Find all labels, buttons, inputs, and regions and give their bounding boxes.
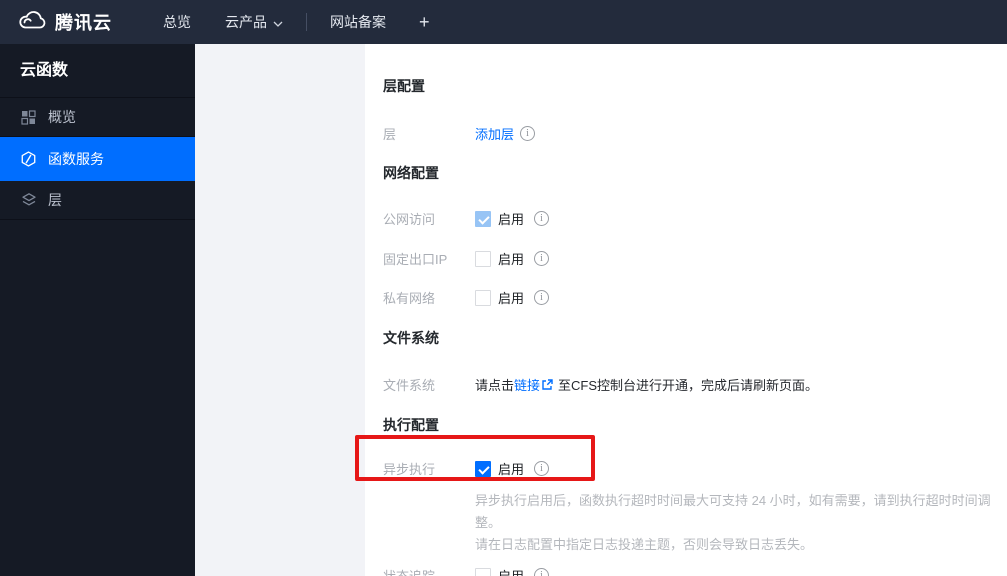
- public-access-checkbox: [475, 210, 491, 227]
- grid-icon: [20, 109, 37, 126]
- info-icon[interactable]: [520, 126, 536, 141]
- navbar-menu: 总览 云产品 网站备案 +: [146, 0, 446, 44]
- filesystem-text-before: 请点击: [475, 378, 515, 393]
- nav-item-overview-label: 总览: [163, 14, 191, 30]
- async-execution-help: 异步执行启用后，函数执行超时时间最大可支持 24 小时，如有需要，请到执行超时时…: [475, 490, 991, 556]
- navbar-divider: [306, 13, 307, 31]
- info-icon[interactable]: [534, 568, 550, 576]
- vpc-checkbox[interactable]: [475, 289, 491, 306]
- async-execution-row: 异步执行 启用: [383, 459, 991, 478]
- add-layer-link[interactable]: 添加层: [475, 124, 514, 143]
- chevron-down-icon: [273, 14, 283, 30]
- nav-item-cloud-products[interactable]: 云产品: [208, 0, 300, 44]
- status-trace-label: 状态追踪: [383, 566, 475, 576]
- nav-item-icp-filing[interactable]: 网站备案: [313, 0, 403, 44]
- section-title-filesystem: 文件系统: [383, 330, 439, 346]
- sidebar-item-label: 层: [48, 192, 62, 208]
- layer-row-label: 层: [383, 127, 397, 142]
- layer-row: 层 添加层: [383, 124, 991, 143]
- sidebar-title: 云函数: [0, 44, 195, 98]
- external-link-icon[interactable]: [541, 378, 553, 391]
- section-title-network-config: 网络配置: [383, 165, 439, 181]
- layers-icon: [20, 192, 37, 209]
- status-trace-row: 状态追踪 启用: [383, 566, 991, 576]
- sidebar-item-overview[interactable]: 概览: [0, 98, 195, 137]
- async-help-line2: 请在日志配置中指定日志投递主题，否则会导致日志丢失。: [475, 537, 814, 552]
- function-hexagon-icon: [20, 151, 37, 168]
- top-navbar: 腾讯云 总览 云产品 网站备案 +: [0, 0, 1007, 44]
- brand[interactable]: 腾讯云: [16, 9, 112, 36]
- cfs-console-link[interactable]: 链接: [514, 375, 540, 394]
- filesystem-row: 文件系统 请点击 链接 至CFS控制台进行开通，完成后请刷新页面。: [383, 375, 991, 394]
- sidebar: 云函数 概览 函数服务 层: [0, 44, 195, 576]
- public-access-label: 公网访问: [383, 212, 436, 227]
- fixed-ip-label: 固定出口IP: [383, 252, 448, 267]
- vpc-row: 私有网络 启用: [383, 288, 991, 307]
- enable-label: 启用: [498, 462, 525, 477]
- fixed-ip-checkbox[interactable]: [475, 250, 491, 267]
- settings-panel: 层配置 层 添加层 网络配置 公网访问 启用 固定出口IP 启用 私有网络 启用: [365, 44, 1007, 576]
- section-title-execution-config: 执行配置: [383, 417, 439, 433]
- status-trace-checkbox[interactable]: [475, 567, 491, 576]
- nav-item-cloud-products-label: 云产品: [225, 14, 267, 30]
- public-access-row: 公网访问 启用: [383, 209, 991, 228]
- info-icon[interactable]: [534, 290, 550, 305]
- enable-label: 启用: [498, 566, 524, 576]
- section-title-layer-config: 层配置: [383, 78, 425, 94]
- enable-label: 启用: [498, 252, 525, 267]
- sidebar-item-label: 概览: [48, 109, 76, 125]
- sidebar-item-label: 函数服务: [48, 151, 104, 167]
- vpc-label: 私有网络: [383, 291, 436, 306]
- enable-label: 启用: [498, 291, 525, 306]
- async-execution-checkbox[interactable]: [475, 460, 491, 477]
- content-gutter: [195, 44, 365, 576]
- filesystem-text-after: 至CFS控制台进行开通，完成后请刷新页面。: [558, 378, 819, 393]
- sidebar-item-function-service[interactable]: 函数服务: [0, 137, 195, 181]
- info-icon[interactable]: [534, 211, 550, 226]
- async-execution-label: 异步执行: [383, 462, 436, 477]
- tencent-cloud-logo-icon: [16, 9, 46, 36]
- nav-item-overview[interactable]: 总览: [146, 0, 208, 44]
- enable-label: 启用: [498, 212, 525, 227]
- info-icon[interactable]: [534, 461, 550, 476]
- info-icon[interactable]: [534, 251, 550, 266]
- brand-name: 腾讯云: [55, 13, 112, 33]
- nav-item-icp-filing-label: 网站备案: [330, 14, 386, 30]
- fixed-ip-row: 固定出口IP 启用: [383, 249, 991, 268]
- filesystem-label: 文件系统: [383, 378, 436, 393]
- sidebar-item-layers[interactable]: 层: [0, 181, 195, 220]
- async-help-line1: 异步执行启用后，函数执行超时时间最大可支持 24 小时，如有需要，请到执行超时时…: [475, 493, 991, 530]
- nav-add-tab-button[interactable]: +: [403, 12, 446, 33]
